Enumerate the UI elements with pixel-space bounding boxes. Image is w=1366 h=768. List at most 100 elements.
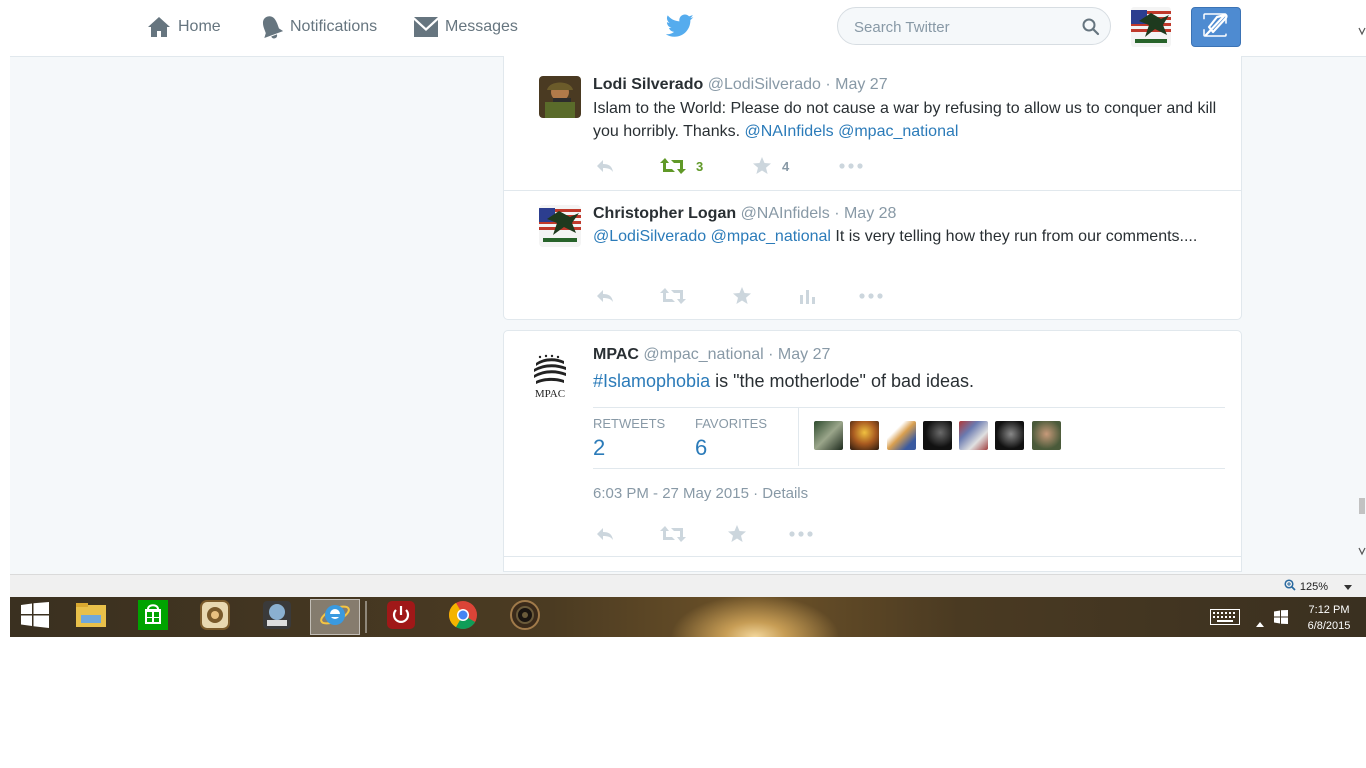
- more-button[interactable]: [839, 155, 863, 177]
- retweet-button[interactable]: 3: [660, 155, 703, 177]
- retweet-button[interactable]: [660, 285, 686, 307]
- favorite-button[interactable]: [727, 523, 747, 545]
- favorite-button[interactable]: 4: [752, 155, 789, 177]
- retweets-stat[interactable]: RETWEETS 2: [593, 416, 665, 461]
- tray-expand-arrow-icon[interactable]: [1256, 614, 1264, 632]
- taskbar-file-explorer[interactable]: [66, 599, 116, 635]
- more-button[interactable]: [859, 285, 883, 307]
- browser-status-bar: 125%: [10, 574, 1366, 598]
- tweet-author-name[interactable]: Lodi Silverado: [593, 76, 703, 93]
- scroll-thumb: [1359, 498, 1365, 514]
- tweet-avatar[interactable]: [539, 76, 581, 118]
- favoriter-avatar[interactable]: [850, 421, 879, 450]
- zoom-dropdown-icon[interactable]: [1344, 581, 1352, 593]
- store-bag-icon: [138, 599, 168, 635]
- tweet-timestamp[interactable]: 6:03 PM - 27 May 2015: [593, 485, 749, 502]
- power-icon: [386, 600, 416, 635]
- tweet-date[interactable]: · May 27: [768, 346, 830, 363]
- compose-tweet-button[interactable]: [1191, 7, 1241, 47]
- favorites-stat[interactable]: FAVORITES 6: [695, 416, 767, 461]
- nav-home-label: Home: [178, 18, 221, 35]
- bar-chart-icon: [799, 288, 817, 304]
- tweet-mpac[interactable]: MPAC MPAC @mpac_national · May 27 #Islam…: [504, 331, 1241, 571]
- taskbar-app-power[interactable]: [376, 599, 426, 635]
- nav-notifications-label: Notifications: [290, 18, 378, 35]
- taskbar-internet-explorer[interactable]: [310, 599, 360, 635]
- tweet-author-handle[interactable]: @mpac_national: [643, 346, 763, 363]
- more-dots-icon: [789, 531, 813, 537]
- mention-link[interactable]: @mpac_national: [711, 228, 831, 245]
- nav-home[interactable]: Home: [146, 14, 221, 40]
- reply-button[interactable]: [595, 285, 615, 307]
- tweet-christopher-logan[interactable]: Christopher Logan @NAInfidels · May 28 @…: [504, 191, 1241, 319]
- favoriter-avatar[interactable]: [887, 421, 916, 450]
- tweet-stats: RETWEETS 2 FAVORITES 6: [593, 407, 1225, 469]
- more-button[interactable]: [789, 523, 813, 545]
- tweet-mpac-expanded[interactable]: MPAC MPAC @mpac_national · May 27 #Islam…: [503, 330, 1242, 572]
- star-icon: [752, 157, 772, 175]
- search-icon[interactable]: [1082, 18, 1100, 41]
- hashtag-link[interactable]: #Islamophobia: [593, 371, 710, 391]
- mention-link[interactable]: @NAInfidels: [744, 123, 833, 140]
- twitter-bird-logo[interactable]: [665, 14, 694, 40]
- retweet-icon: [660, 158, 686, 174]
- taskbar-chrome[interactable]: [438, 599, 488, 635]
- retweet-icon: [660, 288, 686, 304]
- nav-messages[interactable]: Messages: [413, 14, 518, 40]
- card-divider: [504, 556, 1241, 557]
- browser-viewport: Home Notifications Messages Search Twitt…: [10, 0, 1366, 637]
- zoom-magnifier-icon: [1284, 579, 1296, 594]
- taskbar-app-camera[interactable]: [190, 599, 240, 635]
- tweet-lodi-silverado[interactable]: Lodi Silverado @LodiSilverado · May 27 I…: [504, 56, 1241, 190]
- analytics-button[interactable]: [799, 285, 817, 307]
- page-scrollbar[interactable]: [1358, 0, 1366, 574]
- tweet-avatar[interactable]: MPAC: [526, 353, 574, 401]
- touch-keyboard-icon[interactable]: [1210, 609, 1240, 630]
- tweet-text: #Islamophobia is "the motherlode" of bad…: [593, 369, 1228, 393]
- user-avatar[interactable]: [1131, 7, 1171, 47]
- taskbar-store[interactable]: [128, 599, 178, 635]
- favoriter-avatar[interactable]: [959, 421, 988, 450]
- nav-notifications[interactable]: Notifications: [258, 14, 377, 40]
- tweet-author-name[interactable]: MPAC: [593, 346, 639, 363]
- doc-app-icon: [262, 600, 292, 635]
- favoriter-avatar[interactable]: [923, 421, 952, 450]
- action-center-flag-icon[interactable]: [1274, 610, 1288, 629]
- tweet-text: @LodiSilverado @mpac_national It is very…: [593, 225, 1228, 248]
- zoom-control[interactable]: 125%: [1284, 579, 1352, 594]
- star-icon: [732, 287, 752, 305]
- favoriter-avatar[interactable]: [995, 421, 1024, 450]
- tweet-header: Lodi Silverado @LodiSilverado · May 27: [593, 76, 888, 94]
- tweet-header: Christopher Logan @NAInfidels · May 28: [593, 205, 896, 223]
- mention-link[interactable]: @mpac_national: [838, 123, 958, 140]
- retweet-button[interactable]: [660, 523, 686, 545]
- tweet-avatar[interactable]: [539, 205, 581, 247]
- taskbar-app-doc[interactable]: [252, 599, 302, 635]
- taskbar-clock[interactable]: 7:12 PM 6/8/2015: [1302, 602, 1356, 634]
- tweet-text-body: is "the motherlode" of bad ideas.: [710, 371, 975, 391]
- reply-button[interactable]: [595, 155, 615, 177]
- camera-app-icon: [200, 599, 230, 635]
- search-input[interactable]: [852, 16, 1076, 38]
- more-dots-icon: [839, 163, 863, 169]
- search-box[interactable]: [837, 7, 1111, 45]
- tweet-author-name[interactable]: Christopher Logan: [593, 205, 736, 222]
- favoriter-avatar[interactable]: [1032, 421, 1061, 450]
- tweet-date[interactable]: · May 27: [825, 76, 887, 93]
- tweet-date[interactable]: · May 28: [834, 205, 896, 222]
- reply-icon: [595, 526, 615, 542]
- retweet-count: 3: [696, 158, 704, 174]
- details-link[interactable]: Details: [762, 485, 808, 502]
- favoriter-avatar[interactable]: [814, 421, 843, 450]
- tweet-actions: [593, 523, 893, 545]
- reply-button[interactable]: [595, 523, 615, 545]
- tweet-author-handle[interactable]: @LodiSilverado: [708, 76, 821, 93]
- reply-icon: [595, 158, 615, 174]
- mention-link[interactable]: @LodiSilverado: [593, 228, 706, 245]
- tweet-text-body: It is very telling how they run from our…: [830, 228, 1198, 245]
- start-button[interactable]: [10, 599, 60, 635]
- windows-taskbar: 7:12 PM 6/8/2015: [10, 597, 1366, 637]
- favorite-button[interactable]: [732, 285, 752, 307]
- tweet-author-handle[interactable]: @NAInfidels: [741, 205, 830, 222]
- taskbar-app-speaker[interactable]: [500, 599, 550, 635]
